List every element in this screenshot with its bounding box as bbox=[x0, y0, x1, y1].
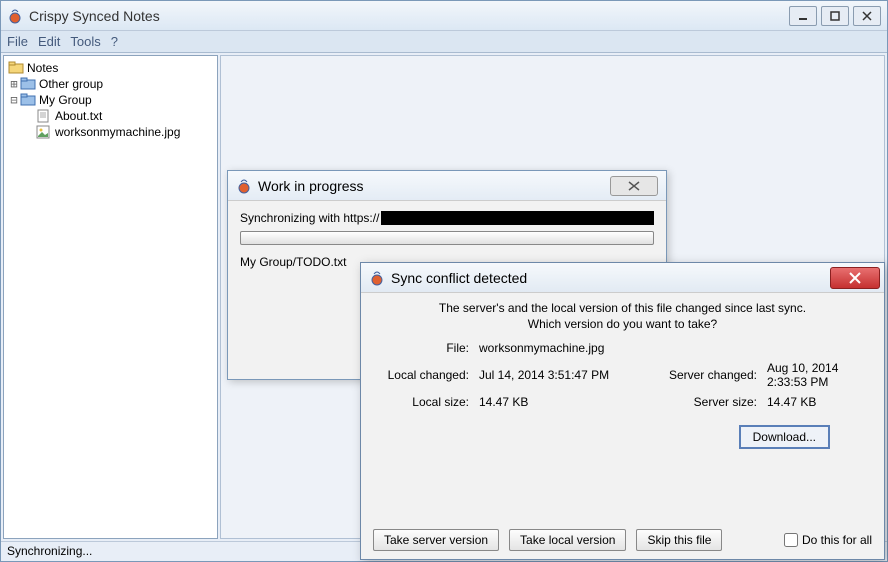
conflict-message-1: The server's and the local version of th… bbox=[375, 301, 870, 315]
local-size-value: 14.47 KB bbox=[479, 395, 649, 409]
java-icon bbox=[7, 8, 23, 24]
sync-url-line: Synchronizing with https:// bbox=[240, 211, 654, 225]
conflict-title: Sync conflict detected bbox=[391, 270, 527, 286]
tree-item[interactable]: worksonmymachine.jpg bbox=[8, 124, 213, 140]
main-titlebar: Crispy Synced Notes bbox=[1, 1, 887, 31]
conflict-body: The server's and the local version of th… bbox=[361, 293, 884, 457]
tree-item-label: About.txt bbox=[55, 109, 102, 123]
java-icon bbox=[369, 270, 385, 286]
tree-item-label: Other group bbox=[39, 77, 103, 91]
file-icon bbox=[36, 109, 52, 123]
conflict-message-2: Which version do you want to take? bbox=[375, 317, 870, 331]
local-changed-value: Jul 14, 2014 3:51:47 PM bbox=[479, 368, 649, 382]
minimize-button[interactable] bbox=[789, 6, 817, 26]
do-for-all-text: Do this for all bbox=[802, 533, 872, 547]
java-icon bbox=[236, 178, 252, 194]
conflict-footer: Take server version Take local version S… bbox=[361, 529, 884, 551]
do-for-all-checkbox[interactable] bbox=[784, 533, 798, 547]
server-changed-value: Aug 10, 2014 2:33:53 PM bbox=[767, 361, 870, 389]
progress-title: Work in progress bbox=[258, 178, 364, 194]
local-changed-label: Local changed: bbox=[375, 368, 475, 382]
conflict-titlebar: Sync conflict detected bbox=[361, 263, 884, 293]
file-label: File: bbox=[375, 341, 475, 355]
conflict-close-button[interactable] bbox=[830, 267, 880, 289]
tree-item[interactable]: ⊞ Other group bbox=[8, 76, 213, 92]
tree-item[interactable]: ⊟ My Group bbox=[8, 92, 213, 108]
tree-item[interactable]: About.txt bbox=[8, 108, 213, 124]
sync-url-prefix: Synchronizing with https:// bbox=[240, 211, 379, 225]
tree-root[interactable]: Notes bbox=[8, 60, 213, 76]
menu-edit[interactable]: Edit bbox=[38, 34, 60, 49]
close-button[interactable] bbox=[853, 6, 881, 26]
skip-file-button[interactable]: Skip this file bbox=[636, 529, 722, 551]
file-value: worksonmymachine.jpg bbox=[479, 341, 649, 355]
menu-bar: File Edit Tools ? bbox=[1, 31, 887, 53]
conflict-dialog: Sync conflict detected The server's and … bbox=[360, 262, 885, 560]
menu-tools[interactable]: Tools bbox=[70, 34, 100, 49]
menu-file[interactable]: File bbox=[7, 34, 28, 49]
progress-bar bbox=[240, 231, 654, 245]
folder-icon bbox=[20, 77, 36, 91]
progress-titlebar: Work in progress bbox=[228, 171, 666, 201]
server-size-value: 14.47 KB bbox=[767, 395, 870, 409]
tree-item-label: My Group bbox=[39, 93, 92, 107]
tree-root-label: Notes bbox=[27, 61, 58, 75]
tree-sidebar: Notes ⊞ Other group ⊟ My Group About.txt… bbox=[3, 55, 218, 539]
app-title: Crispy Synced Notes bbox=[29, 8, 160, 24]
expander-icon[interactable]: ⊟ bbox=[8, 93, 20, 107]
take-local-button[interactable]: Take local version bbox=[509, 529, 626, 551]
server-changed-label: Server changed: bbox=[653, 368, 763, 382]
tree-item-label: worksonmymachine.jpg bbox=[55, 125, 180, 139]
download-button[interactable]: Download... bbox=[739, 425, 830, 449]
expander-icon[interactable]: ⊞ bbox=[8, 77, 20, 91]
image-icon bbox=[36, 125, 52, 139]
do-for-all-label[interactable]: Do this for all bbox=[784, 533, 872, 547]
conflict-info-grid: File: worksonmymachine.jpg Local changed… bbox=[375, 341, 870, 409]
folder-icon bbox=[8, 61, 24, 75]
folder-icon bbox=[20, 93, 36, 107]
menu-help[interactable]: ? bbox=[111, 34, 118, 49]
take-server-button[interactable]: Take server version bbox=[373, 529, 499, 551]
server-size-label: Server size: bbox=[653, 395, 763, 409]
maximize-button[interactable] bbox=[821, 6, 849, 26]
local-size-label: Local size: bbox=[375, 395, 475, 409]
status-text: Synchronizing... bbox=[7, 544, 92, 558]
progress-close-button[interactable] bbox=[610, 176, 658, 196]
redacted-url bbox=[381, 211, 654, 225]
